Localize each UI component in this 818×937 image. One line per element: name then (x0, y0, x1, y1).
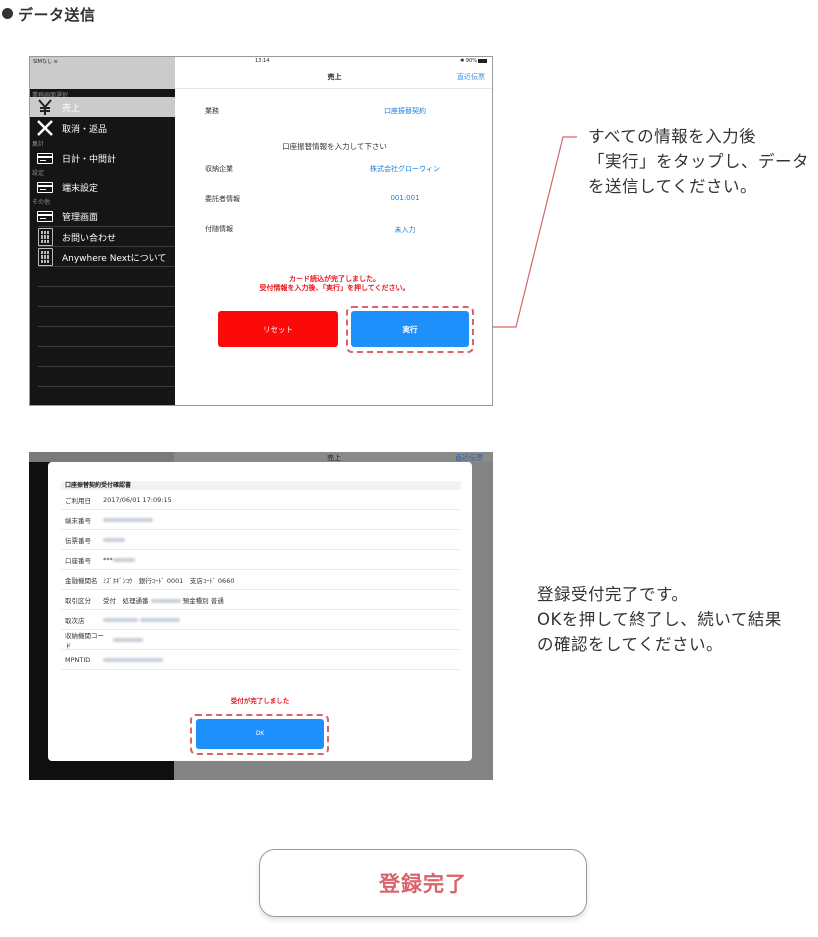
card-icon (35, 178, 55, 196)
callout-line-1 (493, 136, 577, 328)
detail-row-account-number: 口座番号 *** (61, 550, 461, 570)
bluetooth-icon: ✱ (460, 58, 465, 64)
sidebar-item-sales[interactable]: 売上 (30, 97, 175, 117)
detail-row-date: ご利用日 2017/06/01 17:09:15 (61, 490, 461, 510)
divider (38, 346, 175, 347)
consignor-info-label: 委託者情報 (205, 195, 240, 203)
execute-button[interactable]: 実行 (351, 311, 469, 347)
sidebar-header (29, 452, 174, 462)
navigation-bar: 売上 直近伝票 (175, 67, 492, 89)
input-form: 業務 口座振替契約 口座振替情報を入力して下さい 収納企業 株式会社グローウィン… (175, 89, 492, 405)
redacted-value (103, 537, 125, 542)
instruction-text: 口座振替情報を入力して下さい (282, 142, 387, 151)
detail-row-bank-name: 金融機関名 ﾐｽﾞﾎｷﾞﾝｺｳ 銀行ｺｰﾄﾞ 0001 支店ｺｰﾄﾞ 0660 (61, 570, 461, 590)
redacted-value (150, 598, 181, 603)
battery-status: ✱ 90% (460, 58, 487, 64)
redacted-value (140, 617, 181, 622)
callout-send-instruction: すべての情報を入力後 「実行」をタップし、データ を送信してください。 (588, 127, 809, 196)
card-read-alert: カード読込が完了しました。 受付情報を入力後、「実行」を押してください。 (259, 275, 410, 292)
calculator-icon (35, 228, 55, 246)
business-value[interactable]: 口座振替契約 (345, 106, 465, 116)
battery-icon (478, 58, 487, 63)
callout-completion-instruction: 登録受付完了です。 OKを押して終了し、続いて結果 の確認をしてください。 (537, 585, 782, 654)
x-icon (35, 119, 55, 137)
sidebar-item-terminal-settings[interactable]: 端末設定 (30, 177, 175, 197)
divider (38, 326, 175, 327)
business-label: 業務 (205, 107, 219, 115)
sidebar-item-contact[interactable]: お問い合わせ (30, 227, 175, 247)
detail-row-transaction-type: 取引区分 受付 処理通番 預金種別 普通 (61, 590, 461, 610)
screenshot-confirmation-modal: 売上 直近伝票 口座振替契約受付確認書 ご利用日 2017/06/01 17:0… (29, 452, 493, 780)
detail-row-terminal-number: 端末番号 (61, 510, 461, 530)
recent-slips-link[interactable]: 直近伝票 (457, 72, 485, 82)
redacted-value (103, 617, 138, 622)
sidebar-item-about[interactable]: Anywhere Nextについて (30, 247, 175, 267)
card-icon (35, 207, 55, 225)
divider (38, 386, 175, 387)
sidebar-group-label: 集計 (32, 141, 45, 148)
divider (38, 266, 175, 267)
modal-title: 口座振替契約受付確認書 (61, 481, 461, 490)
sidebar-dimmed-bottom (29, 761, 174, 780)
detail-row-slip-number: 伝票番号 (61, 530, 461, 550)
collecting-company-value[interactable]: 株式会社グローウィン (345, 164, 465, 174)
detail-row-agency: 取次店 (61, 610, 461, 630)
wifi-icon: ≋ (53, 59, 58, 65)
redacted-value (103, 657, 163, 662)
detail-row-mpntid: MPNTID (61, 650, 461, 670)
clock: 13:14 (255, 58, 270, 64)
screenshot-input-form: 業務画面選択 売上 取消・返品 集計 日計・中間計 設定 端末設定 その他 管理… (29, 56, 493, 406)
additional-info-value[interactable]: 未入力 (345, 225, 465, 235)
redacted-value (112, 557, 135, 562)
sidebar-item-daily-total[interactable]: 日計・中間計 (30, 148, 175, 168)
confirmation-modal: 口座振替契約受付確認書 ご利用日 2017/06/01 17:09:15 端末番… (48, 462, 472, 761)
carrier-label: SIMなし ≋ (33, 59, 58, 65)
section-title: データ送信 (2, 4, 96, 25)
collecting-company-label: 収納企業 (205, 165, 233, 173)
completion-message: 受付が完了しました (230, 697, 290, 705)
sidebar-group-label: その他 (32, 199, 51, 206)
bullet-icon (2, 8, 13, 19)
sidebar-item-admin[interactable]: 管理画面 (30, 206, 175, 226)
sidebar-group-label: 設定 (32, 170, 45, 177)
additional-info-label: 付随情報 (205, 225, 233, 233)
divider (38, 286, 175, 287)
status-bar: SIMなし ≋ 13:14 ✱ 90% (30, 57, 492, 67)
consignor-info-value[interactable]: 001:001 (345, 194, 465, 202)
ok-button[interactable]: OK (196, 719, 324, 749)
reset-button[interactable]: リセット (218, 311, 338, 347)
registration-complete-button[interactable]: 登録完了 (259, 849, 587, 917)
sidebar: 業務画面選択 売上 取消・返品 集計 日計・中間計 設定 端末設定 その他 管理… (30, 57, 175, 405)
sidebar-item-cancel-return[interactable]: 取消・返品 (30, 118, 175, 138)
redacted-value (113, 637, 143, 642)
divider (38, 306, 175, 307)
page-title: 売上 (327, 73, 342, 81)
card-icon (35, 149, 55, 167)
redacted-value (103, 517, 153, 522)
divider (38, 366, 175, 367)
calculator-icon (35, 248, 55, 266)
yen-icon (35, 98, 55, 116)
detail-row-collection-agency-code: 収納機関コード (61, 630, 461, 650)
